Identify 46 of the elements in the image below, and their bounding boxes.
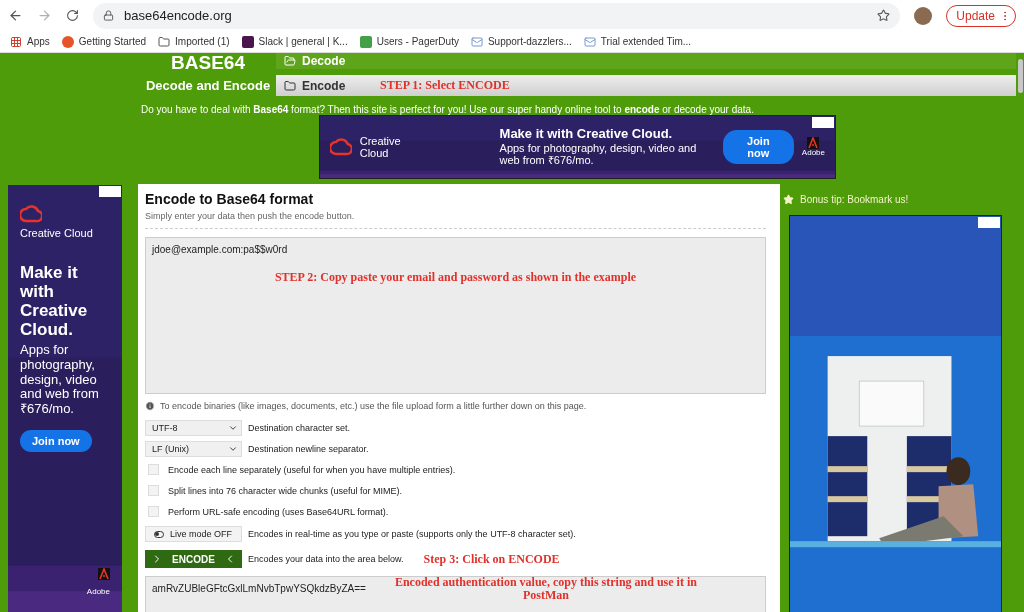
site-tagline: Decode and Encode	[145, 78, 271, 93]
bookmark-link[interactable]: Apps	[27, 36, 50, 47]
intro-text: Do you have to deal with Base64 format? Then this site is perfect for you! Use our super handy online tool to encode or decode your data.	[141, 104, 754, 115]
option-label: Encodes your data into the area below.	[248, 554, 404, 564]
bookmark-link[interactable]: Support-dazzlers...	[487, 36, 572, 47]
ad-maker: Adobe	[801, 148, 825, 158]
option-label: Encode each line separately (useful for when you have multiple entries).	[168, 464, 456, 475]
option-label: Split lines into 76 character wide chunks (useful for MIME).	[168, 485, 403, 496]
nav-tab[interactable]: Encode STEP 1: Select ENCODE	[276, 75, 1016, 96]
option-label: Destination character set.	[248, 422, 351, 433]
panel-title: Encode to Base64 format	[145, 191, 315, 207]
ad-body: Apps for photography, design, video and web from ₹676/mo.	[20, 343, 100, 417]
ad-brand: Creative Cloud	[359, 134, 402, 160]
join-now-button[interactable]: Join now	[20, 430, 92, 453]
bookmark-link[interactable]: Users - PagerDuty	[376, 36, 459, 47]
dropdown[interactable]: UTF-8	[145, 419, 242, 436]
join-now-button[interactable]: Join now	[722, 130, 794, 164]
bookmark-link[interactable]: Slack | general | K...	[258, 36, 348, 47]
ad-body: Apps for photography, design, video and web from ₹676/mo.	[499, 141, 698, 167]
input-field[interactable]: jdoe@example.com:pa$$w0rd STEP 2: Copy paste your email and password as shown in the example	[145, 237, 766, 394]
ad-brand: Creative Cloud	[20, 227, 94, 240]
bookmark-link[interactable]: Trial extended Tim...	[600, 36, 692, 47]
annotation-text: Step 3: Click on ENCODE	[423, 551, 560, 567]
option-label: Perform URL-safe encoding (uses Base64URL format).	[168, 506, 389, 517]
panel-subtitle: Simply enter your data then push the encode button.	[145, 211, 766, 229]
bookmark-link[interactable]: Imported (1)	[175, 36, 230, 47]
option-label: Encodes in real-time as you type or paste (supports only the UTF-8 character set).	[248, 529, 576, 539]
address-bar[interactable]: base64encode.org	[93, 2, 901, 29]
live-mode-button[interactable]: Live mode OFF	[145, 526, 242, 542]
annotation-text: Encoded authentication value, copy this string and use it in PostMan	[393, 576, 698, 603]
dropdown[interactable]: LF (Unix)	[145, 440, 242, 457]
ad-maker: Adobe	[86, 588, 110, 598]
bonus-tip: Bonus tip: Bookmark us!	[800, 194, 909, 205]
bookmark-link[interactable]: Getting Started	[78, 36, 147, 47]
ad-banner[interactable]: Creative Cloud Make it with Creative Cloud. Apps for photography, design, video and web from ₹676/mo. Join now Adobe	[319, 115, 836, 179]
encode-button[interactable]: ENCODE	[145, 550, 242, 568]
annotation-text: STEP 1: Select ENCODE	[380, 78, 510, 93]
ad-headline: Make it with Creative Cloud.	[20, 263, 89, 340]
annotation-text: STEP 2: Copy paste your email and password as shown in the example	[273, 270, 638, 285]
option-label: Destination newline separator.	[248, 443, 369, 454]
ad-headline: Make it with Creative Cloud.	[499, 127, 674, 142]
ad-banner[interactable]: Creative Cloud Make it with Creative Cloud. Apps for photography, design, video and web from ₹676/mo. Join now Adobe	[8, 185, 122, 612]
site-logo: BASE64	[171, 53, 245, 73]
update-button[interactable]: Update	[946, 4, 1016, 27]
note-text: To encode binaries (like images, documents, etc.) use the file upload form a little further down on this page.	[160, 401, 587, 411]
output-field[interactable]: amRvZUBleGFtcGxlLmNvbTpwYSQkdzByZA== Encoded authentication value, copy this string and use it in PostMan	[145, 576, 766, 612]
